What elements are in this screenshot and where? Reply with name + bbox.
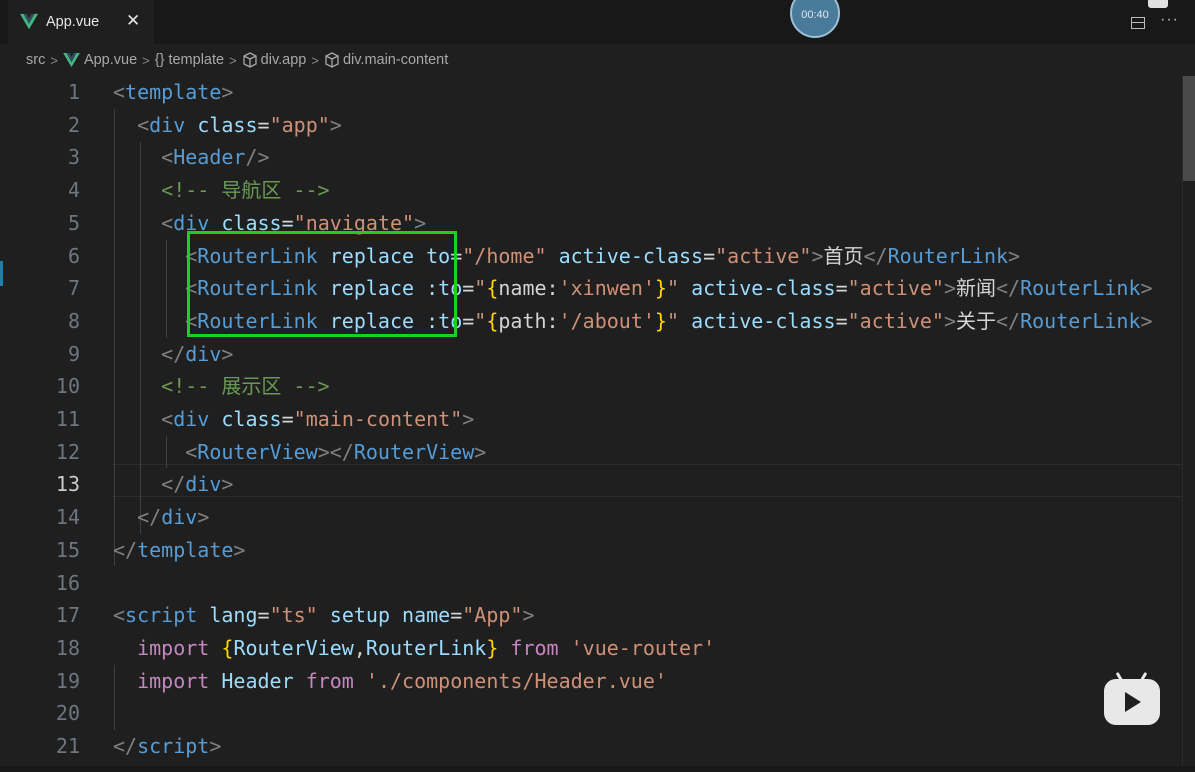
split-editor-icon[interactable] bbox=[1131, 17, 1145, 29]
vue-file-icon bbox=[20, 13, 38, 30]
line-number: 3 bbox=[67, 145, 80, 170]
code-text[interactable]: <div class="main-content"> bbox=[113, 403, 474, 436]
bilibili-play-icon[interactable] bbox=[1104, 671, 1160, 725]
code-line[interactable]: 13 </div> bbox=[0, 468, 1182, 501]
line-number: 10 bbox=[55, 374, 80, 399]
code-text[interactable]: <div class="app"> bbox=[113, 109, 342, 142]
highlight-box bbox=[187, 231, 457, 337]
line-number: 16 bbox=[55, 570, 80, 595]
line-number: 9 bbox=[67, 341, 80, 366]
line-number: 18 bbox=[55, 635, 80, 660]
code-text[interactable]: </script> bbox=[113, 730, 221, 763]
code-line[interactable]: 8 <RouterLink replace :to="{path:'/about… bbox=[0, 305, 1182, 338]
code-text[interactable]: <Header/> bbox=[113, 141, 269, 174]
code-line[interactable]: 3 <Header/> bbox=[0, 141, 1182, 174]
code-line[interactable]: 12 <RouterView></RouterView> bbox=[0, 436, 1182, 469]
code-text[interactable]: </div> bbox=[113, 468, 233, 501]
code-text[interactable]: import Header from './components/Header.… bbox=[113, 665, 667, 698]
line-number: 19 bbox=[55, 668, 80, 693]
line-number: 14 bbox=[55, 505, 80, 530]
line-number: 12 bbox=[55, 439, 80, 464]
line-number: 4 bbox=[67, 178, 80, 203]
chevron-right-icon: > bbox=[229, 52, 237, 68]
code-text[interactable]: <template> bbox=[113, 76, 233, 109]
breadcrumb-template[interactable]: {} template bbox=[155, 52, 224, 68]
code-line[interactable]: 15 </template> bbox=[0, 534, 1182, 567]
code-line[interactable]: 11 <div class="main-content"> bbox=[0, 403, 1182, 436]
line-number: 15 bbox=[55, 537, 80, 562]
more-actions-icon[interactable]: ··· bbox=[1160, 11, 1179, 29]
line-number: 5 bbox=[67, 210, 80, 235]
line-number: 8 bbox=[67, 308, 80, 333]
code-line[interactable]: 17 <script lang="ts" setup name="App"> bbox=[0, 599, 1182, 632]
line-number: 7 bbox=[67, 276, 80, 301]
status-bar bbox=[0, 766, 1195, 772]
vue-file-icon bbox=[63, 52, 80, 67]
code-line[interactable]: 9 </div> bbox=[0, 338, 1182, 371]
breadcrumb-div-app[interactable]: div.app bbox=[261, 52, 307, 68]
code-text[interactable]: <script lang="ts" setup name="App"> bbox=[113, 599, 535, 632]
chevron-right-icon: > bbox=[142, 52, 150, 68]
code-text[interactable]: <!-- 展示区 --> bbox=[113, 370, 329, 403]
scrollbar-thumb[interactable] bbox=[1183, 76, 1195, 181]
code-editor[interactable]: 1 <template> 2 <div class="app"> 3 <Header/… bbox=[0, 76, 1195, 766]
code-line[interactable]: 7 <RouterLink replace :to="{name:'xinwen… bbox=[0, 272, 1182, 305]
breadcrumb: src > App.vue > {} template > div.app > … bbox=[0, 44, 1195, 76]
code-text[interactable]: </div> bbox=[113, 501, 209, 534]
code-line[interactable]: 5 <div class="navigate"> bbox=[0, 207, 1182, 240]
line-number: 17 bbox=[55, 603, 80, 628]
code-text[interactable]: </div> bbox=[113, 338, 233, 371]
tab-app-vue[interactable]: App.vue ✕ bbox=[8, 0, 154, 44]
code-line[interactable]: 21 </script> bbox=[0, 730, 1182, 763]
code-line[interactable]: 18 import {RouterView,RouterLink} from '… bbox=[0, 632, 1182, 665]
line-number: 13 bbox=[55, 472, 80, 497]
tab-label: App.vue bbox=[46, 14, 100, 30]
code-text[interactable]: import {RouterView,RouterLink} from 'vue… bbox=[113, 632, 715, 665]
breadcrumb-src[interactable]: src bbox=[26, 52, 45, 68]
tab-bar: App.vue ✕ 00:40 ··· bbox=[0, 0, 1195, 44]
line-number: 2 bbox=[67, 112, 80, 137]
chevron-right-icon: > bbox=[50, 52, 58, 68]
code-line[interactable]: 20 bbox=[0, 697, 1182, 730]
code-line[interactable]: 14 </div> bbox=[0, 501, 1182, 534]
code-text[interactable]: <!-- 导航区 --> bbox=[113, 174, 329, 207]
cube-icon bbox=[325, 52, 339, 68]
code-line[interactable]: 2 <div class="app"> bbox=[0, 109, 1182, 142]
line-number: 6 bbox=[67, 243, 80, 268]
recording-timer: 00:40 bbox=[790, 0, 840, 38]
gutter-change-marker bbox=[0, 261, 3, 286]
code-line[interactable]: 1 <template> bbox=[0, 76, 1182, 109]
cube-icon bbox=[243, 52, 257, 68]
code-line[interactable]: 10 <!-- 展示区 --> bbox=[0, 370, 1182, 403]
notification-icon[interactable] bbox=[1148, 0, 1168, 8]
code-line[interactable]: 4 <!-- 导航区 --> bbox=[0, 174, 1182, 207]
code-line[interactable]: 6 <RouterLink replace to="/home" active-… bbox=[0, 240, 1182, 273]
line-number: 11 bbox=[55, 407, 80, 431]
line-number: 21 bbox=[55, 734, 80, 758]
code-line[interactable]: 16 bbox=[0, 567, 1182, 600]
close-icon[interactable]: ✕ bbox=[126, 12, 140, 30]
code-text[interactable]: <RouterView></RouterView> bbox=[113, 436, 486, 469]
code-line[interactable]: 19 import Header from './components/Head… bbox=[0, 665, 1182, 698]
breadcrumb-app-vue[interactable]: App.vue bbox=[84, 52, 137, 68]
line-number: 20 bbox=[55, 701, 80, 726]
chevron-right-icon: > bbox=[311, 52, 319, 68]
code-text[interactable]: </template> bbox=[113, 534, 245, 567]
breadcrumb-div-main-content[interactable]: div.main-content bbox=[343, 52, 448, 68]
line-number: 1 bbox=[67, 80, 80, 104]
